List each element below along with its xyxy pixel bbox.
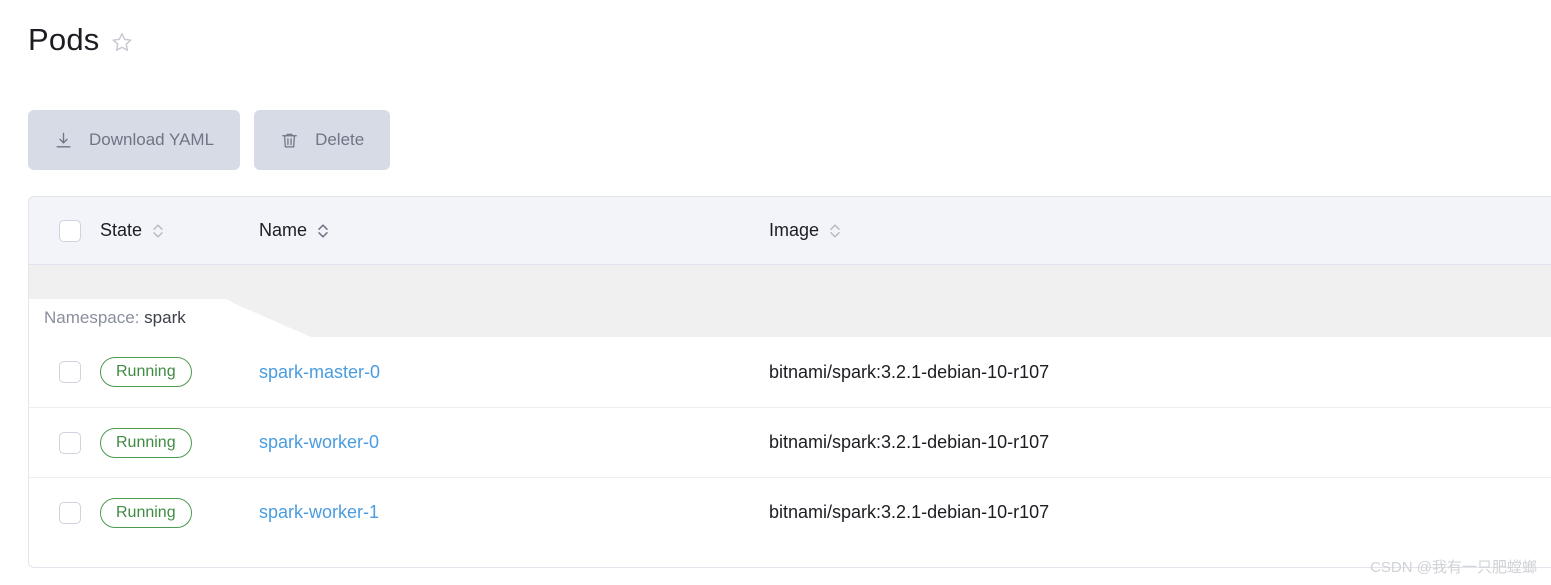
pod-image-text: bitnami/spark:3.2.1-debian-10-r107 xyxy=(769,361,1050,382)
pod-image-text: bitnami/spark:3.2.1-debian-10-r107 xyxy=(769,502,1050,522)
sort-chevrons-icon[interactable] xyxy=(317,221,329,241)
namespace-group-value: spark xyxy=(144,308,186,327)
delete-button[interactable]: Delete xyxy=(254,110,391,170)
column-header-image-label: Image xyxy=(769,220,820,240)
table-body: Running spark-master-0 bitnami/spark:3.2… xyxy=(29,337,1551,547)
row-state-cell: Running xyxy=(81,497,259,528)
pod-name-link[interactable]: spark-master-0 xyxy=(259,362,380,383)
row-checkbox[interactable] xyxy=(59,501,81,524)
trash-icon xyxy=(280,131,299,150)
page-header: Pods xyxy=(28,20,133,60)
column-header-state[interactable]: State xyxy=(81,220,259,241)
row-image-cell: bitnami/spark:3.2.1-debian-10-r107 xyxy=(769,432,1551,453)
watermark: CSDN @我有一只肥螳螂 xyxy=(1370,559,1537,576)
download-yaml-button-label: Download YAML xyxy=(89,130,215,149)
table-header-row: State Name Image xyxy=(29,197,1551,265)
select-all-checkbox[interactable] xyxy=(59,219,81,242)
status-badge: Running xyxy=(100,357,192,387)
row-select-cell xyxy=(29,361,81,383)
pods-table: State Name Image Namespace: spark Runnin… xyxy=(28,196,1551,568)
row-name-cell: spark-worker-1 xyxy=(259,502,769,523)
download-icon xyxy=(54,131,73,150)
row-name-cell: spark-worker-0 xyxy=(259,432,769,453)
pod-name-link[interactable]: spark-worker-1 xyxy=(259,502,379,523)
table-row[interactable]: Running spark-worker-0 bitnami/spark:3.2… xyxy=(29,407,1551,477)
page-title: Pods xyxy=(28,22,100,57)
row-image-cell: bitnami/spark:3.2.1-debian-10-r107 xyxy=(769,502,1551,523)
namespace-group-tab[interactable]: Namespace: spark xyxy=(29,299,311,337)
select-all-cell xyxy=(29,219,81,242)
row-state-cell: Running xyxy=(81,427,259,458)
row-state-cell: Running xyxy=(81,357,259,387)
pod-name-link[interactable]: spark-worker-0 xyxy=(259,432,379,453)
row-select-cell xyxy=(29,501,81,524)
pods-page: Pods Download YAML Delete State Name Ima… xyxy=(0,0,1551,585)
table-row[interactable]: Running spark-master-0 bitnami/spark:3.2… xyxy=(29,337,1551,407)
namespace-group-label: Namespace: spark xyxy=(29,308,186,328)
status-badge: Running xyxy=(100,427,192,458)
star-outline-icon[interactable] xyxy=(111,31,133,53)
sort-chevrons-icon[interactable] xyxy=(152,221,164,241)
delete-button-label: Delete xyxy=(315,130,365,149)
row-checkbox[interactable] xyxy=(59,361,81,383)
row-checkbox[interactable] xyxy=(59,431,81,454)
sort-chevrons-icon[interactable] xyxy=(829,221,841,241)
row-select-cell xyxy=(29,431,81,454)
column-header-state-label: State xyxy=(100,220,143,240)
table-row[interactable]: Running spark-worker-1 bitnami/spark:3.2… xyxy=(29,477,1551,547)
row-name-cell: spark-master-0 xyxy=(259,362,769,383)
status-badge: Running xyxy=(100,497,192,528)
column-header-name-label: Name xyxy=(259,220,308,240)
row-image-cell: bitnami/spark:3.2.1-debian-10-r107 xyxy=(769,362,1551,383)
download-yaml-button[interactable]: Download YAML xyxy=(28,110,241,170)
action-toolbar: Download YAML Delete xyxy=(28,110,391,170)
column-header-image[interactable]: Image xyxy=(769,220,1551,241)
column-header-name[interactable]: Name xyxy=(259,220,769,241)
pod-image-text: bitnami/spark:3.2.1-debian-10-r107 xyxy=(769,432,1050,452)
group-band: Namespace: spark xyxy=(29,265,1551,337)
namespace-group-prefix: Namespace: xyxy=(44,308,140,327)
